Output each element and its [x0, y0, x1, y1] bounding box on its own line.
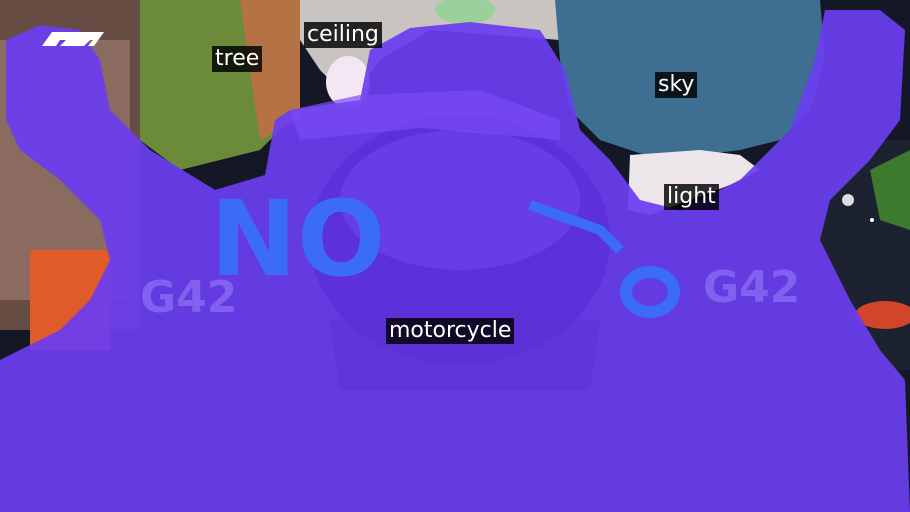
segmentation-scene: NO G42 G42 ceiling tree sky light motorc…	[0, 0, 910, 512]
segment-label-ceiling: ceiling	[304, 22, 382, 48]
scene-graphic: NO G42 G42	[0, 0, 910, 512]
brand-logo-left: G42	[140, 272, 237, 323]
distant-light	[842, 194, 854, 206]
f1-logo-icon	[42, 32, 104, 46]
segment-label-motorcycle: motorcycle	[386, 318, 515, 344]
segment-label-tree: tree	[212, 46, 263, 72]
segment-label-light: light	[664, 184, 719, 210]
segment-label-sky: sky	[655, 72, 698, 98]
distant-light-small	[870, 218, 874, 222]
brand-logo-right: G42	[703, 262, 800, 313]
